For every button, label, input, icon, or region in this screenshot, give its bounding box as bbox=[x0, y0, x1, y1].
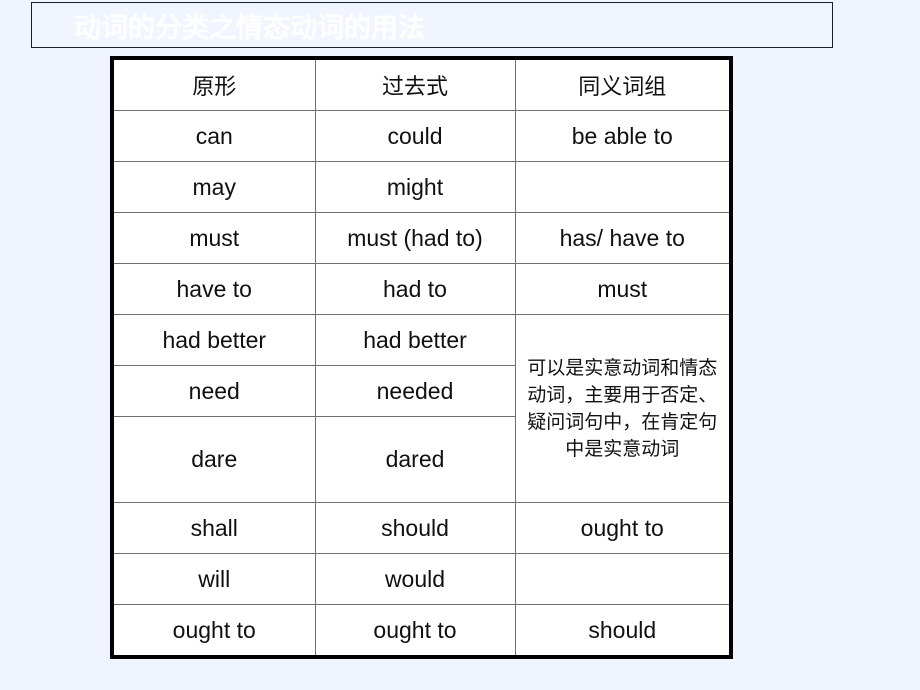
page-title: 动词的分类之情态动词的用法 bbox=[74, 13, 425, 44]
cell-past: dared bbox=[314, 416, 516, 503]
cell-base: need bbox=[111, 365, 316, 417]
cell-base: must bbox=[111, 212, 316, 264]
cell-past: must (had to) bbox=[314, 212, 516, 264]
cell-past: had better bbox=[314, 314, 516, 366]
cell-synonym: must bbox=[514, 263, 732, 315]
cell-base: will bbox=[111, 553, 316, 605]
cell-synonym bbox=[514, 553, 732, 605]
table-row: can could be able to bbox=[111, 110, 732, 162]
cell-past: ought to bbox=[314, 604, 516, 658]
cell-past: could bbox=[314, 110, 516, 162]
cell-synonym: should bbox=[514, 604, 732, 658]
table-row: ought to ought to should bbox=[111, 604, 732, 658]
table-header-row: 原形 过去式 同义词组 bbox=[111, 57, 732, 111]
cell-base: may bbox=[111, 161, 316, 213]
cell-synonym: be able to bbox=[514, 110, 732, 162]
column-header-synonym: 同义词组 bbox=[514, 57, 732, 111]
cell-past: should bbox=[314, 502, 516, 554]
cell-base: can bbox=[111, 110, 316, 162]
cell-past: would bbox=[314, 553, 516, 605]
cell-base: ought to bbox=[111, 604, 316, 658]
cell-base: have to bbox=[111, 263, 316, 315]
column-header-past: 过去式 bbox=[314, 57, 516, 111]
table-row: must must (had to) has/ have to bbox=[111, 212, 732, 264]
column-header-base: 原形 bbox=[111, 57, 316, 111]
cell-past: might bbox=[314, 161, 516, 213]
cell-base: shall bbox=[111, 502, 316, 554]
cell-past: needed bbox=[314, 365, 516, 417]
modal-verbs-table: 原形 过去式 同义词组 can could be able to may mig… bbox=[110, 56, 733, 659]
cell-base: dare bbox=[111, 416, 316, 503]
table-row: will would bbox=[111, 553, 732, 605]
table-row: shall should ought to bbox=[111, 502, 732, 554]
cell-base: had better bbox=[111, 314, 316, 366]
table-row: have to had to must bbox=[111, 263, 732, 315]
table-row: may might bbox=[111, 161, 732, 213]
title-box: 动词的分类之情态动词的用法 bbox=[31, 2, 833, 48]
cell-synonym bbox=[514, 161, 732, 213]
cell-merged-note: 可以是实意动词和情态动词，主要用于否定、疑问词句中，在肯定句中是实意动词 bbox=[514, 314, 732, 503]
cell-past: had to bbox=[314, 263, 516, 315]
cell-synonym: ought to bbox=[514, 502, 732, 554]
table-row: had better had better 可以是实意动词和情态动词，主要用于否… bbox=[111, 314, 732, 503]
cell-synonym: has/ have to bbox=[514, 212, 732, 264]
